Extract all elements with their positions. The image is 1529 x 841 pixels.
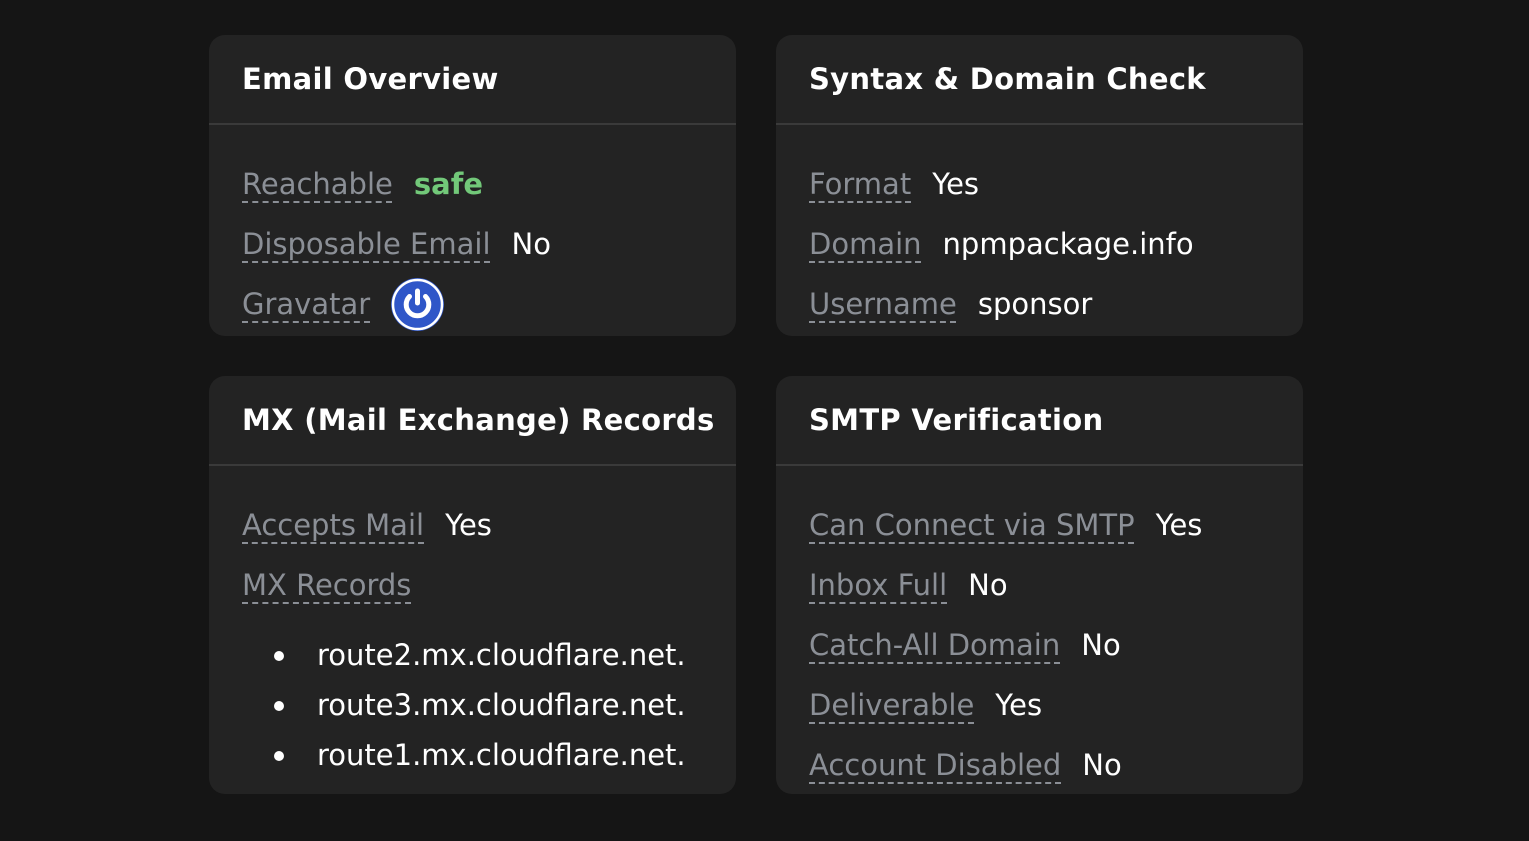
- card-body: Accepts Mail Yes MX Records route2.mx.cl…: [209, 466, 736, 780]
- account-disabled-row: Account Disabled No: [809, 735, 1270, 794]
- disposable-email-label[interactable]: Disposable Email: [242, 227, 491, 261]
- card-header: SMTP Verification: [776, 376, 1303, 466]
- gravatar-power-icon[interactable]: [391, 277, 445, 331]
- mx-records-title: MX (Mail Exchange) Records: [242, 403, 715, 437]
- smtp-connect-value: Yes: [1155, 508, 1203, 542]
- card-header: MX (Mail Exchange) Records: [209, 376, 736, 466]
- mx-record-host: route3.mx.cloudflare.net.: [317, 688, 686, 722]
- mx-record-host: route1.mx.cloudflare.net.: [317, 738, 686, 772]
- username-label[interactable]: Username: [809, 287, 957, 321]
- list-item: route1.mx.cloudflare.net.: [242, 730, 703, 780]
- domain-label[interactable]: Domain: [809, 227, 922, 261]
- format-value: Yes: [932, 167, 980, 201]
- deliverable-value: Yes: [995, 688, 1043, 722]
- deliverable-label[interactable]: Deliverable: [809, 688, 974, 722]
- card-header: Email Overview: [209, 35, 736, 125]
- accepts-mail-value: Yes: [445, 508, 492, 542]
- accepts-mail-row: Accepts Mail Yes: [242, 495, 703, 555]
- catch-all-row: Catch-All Domain No: [809, 615, 1270, 675]
- power-icon: [391, 278, 444, 330]
- deliverable-row: Deliverable Yes: [809, 675, 1270, 735]
- inbox-full-row: Inbox Full No: [809, 555, 1270, 615]
- account-disabled-label[interactable]: Account Disabled: [809, 748, 1061, 782]
- reachable-row: Reachable safe: [242, 154, 703, 214]
- list-item: route2.mx.cloudflare.net.: [242, 630, 703, 680]
- account-disabled-value: No: [1082, 748, 1122, 782]
- list-item: route3.mx.cloudflare.net.: [242, 680, 703, 730]
- mx-record-list: route2.mx.cloudflare.net. route3.mx.clou…: [242, 630, 703, 780]
- gravatar-row: Gravatar: [242, 274, 703, 334]
- syntax-domain-card: Syntax & Domain Check Format Yes Domain …: [776, 35, 1303, 336]
- card-body: Can Connect via SMTP Yes Inbox Full No C…: [776, 466, 1303, 794]
- bullet-icon: [274, 651, 284, 661]
- inbox-full-label[interactable]: Inbox Full: [809, 568, 947, 602]
- mx-records-card: MX (Mail Exchange) Records Accepts Mail …: [209, 376, 736, 794]
- gravatar-label[interactable]: Gravatar: [242, 287, 370, 321]
- smtp-verification-title: SMTP Verification: [809, 403, 1104, 437]
- smtp-connect-label[interactable]: Can Connect via SMTP: [809, 508, 1135, 542]
- mx-records-label[interactable]: MX Records: [242, 568, 411, 602]
- card-body: Reachable safe Disposable Email No Grava…: [209, 125, 736, 334]
- smtp-verification-card: SMTP Verification Can Connect via SMTP Y…: [776, 376, 1303, 794]
- catch-all-value: No: [1081, 628, 1121, 662]
- domain-value: npmpackage.info: [942, 227, 1194, 261]
- catch-all-label[interactable]: Catch-All Domain: [809, 628, 1060, 662]
- email-overview-card: Email Overview Reachable safe Disposable…: [209, 35, 736, 336]
- mx-records-row: MX Records: [242, 555, 703, 615]
- card-body: Format Yes Domain npmpackage.info Userna…: [776, 125, 1303, 334]
- format-label[interactable]: Format: [809, 167, 911, 201]
- mx-record-host: route2.mx.cloudflare.net.: [317, 638, 686, 672]
- bullet-icon: [274, 751, 284, 761]
- disposable-email-row: Disposable Email No: [242, 214, 703, 274]
- username-value: sponsor: [977, 287, 1093, 321]
- reachable-value: safe: [413, 167, 483, 201]
- disposable-email-value: No: [511, 227, 551, 261]
- format-row: Format Yes: [809, 154, 1270, 214]
- email-overview-title: Email Overview: [242, 62, 499, 96]
- username-row: Username sponsor: [809, 274, 1270, 334]
- inbox-full-value: No: [968, 568, 1008, 602]
- accepts-mail-label[interactable]: Accepts Mail: [242, 508, 424, 542]
- bullet-icon: [274, 701, 284, 711]
- reachable-label[interactable]: Reachable: [242, 167, 393, 201]
- domain-row: Domain npmpackage.info: [809, 214, 1270, 274]
- card-header: Syntax & Domain Check: [776, 35, 1303, 125]
- smtp-connect-row: Can Connect via SMTP Yes: [809, 495, 1270, 555]
- syntax-domain-title: Syntax & Domain Check: [809, 62, 1206, 96]
